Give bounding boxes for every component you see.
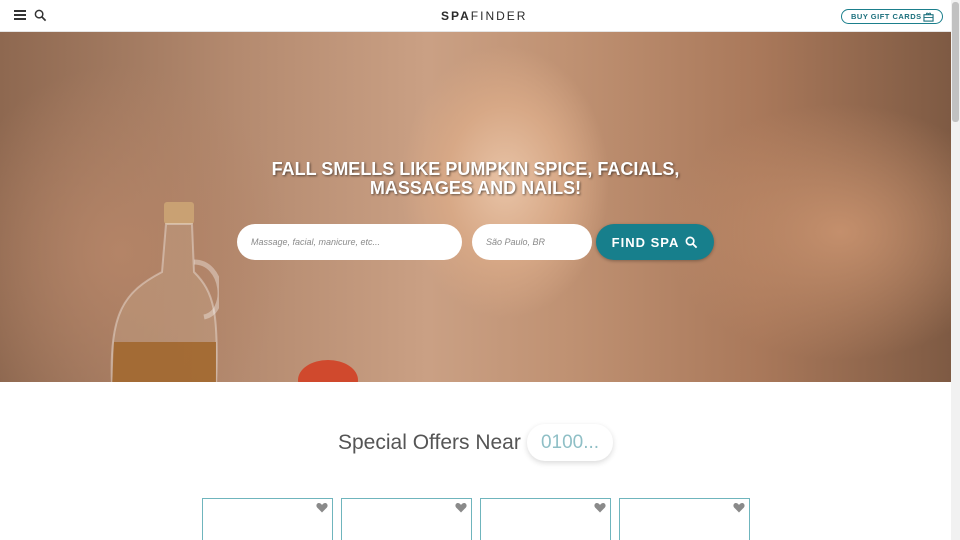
heart-icon[interactable] [594, 502, 606, 513]
search-icon [685, 236, 698, 248]
buy-gift-cards-button[interactable]: BUY GIFT CARDS [841, 9, 943, 24]
offer-card[interactable] [619, 498, 750, 540]
service-search-input[interactable] [237, 224, 462, 260]
offer-card[interactable] [341, 498, 472, 540]
logo-bold-text: SPA [441, 9, 471, 23]
tomato-image [298, 360, 358, 382]
hero-title: FALL SMELLS LIKE PUMPKIN SPICE, FACIALS,… [0, 160, 951, 198]
find-spa-label: FIND SPA [611, 234, 680, 250]
offer-card[interactable] [202, 498, 333, 540]
heart-icon[interactable] [316, 502, 328, 513]
gift-button-label: BUY GIFT CARDS [851, 12, 922, 21]
gift-icon [923, 12, 934, 22]
hamburger-menu-icon[interactable] [14, 10, 26, 20]
offer-card[interactable] [480, 498, 611, 540]
page-scrollbar[interactable] [951, 0, 960, 540]
find-spa-button[interactable]: FIND SPA [596, 224, 714, 260]
search-icon[interactable] [34, 9, 47, 22]
hero-title-line1: FALL SMELLS LIKE PUMPKIN SPICE, FACIALS, [271, 159, 680, 179]
heart-icon[interactable] [733, 502, 745, 513]
zip-code-selector[interactable]: 0100... [527, 424, 613, 461]
spafinder-logo[interactable]: SPAFINDER [441, 9, 527, 23]
heart-icon[interactable] [455, 502, 467, 513]
special-offers-heading: Special Offers Near [338, 431, 521, 454]
logo-thin-text: FINDER [470, 9, 528, 23]
site-header: SPAFINDER BUY GIFT CARDS [0, 0, 951, 32]
hero-title-line2: MASSAGES AND NAILS! [369, 178, 582, 198]
scrollbar-thumb[interactable] [952, 2, 959, 122]
oil-bottle-image [110, 202, 219, 382]
location-input[interactable] [472, 224, 592, 260]
hero-banner: FALL SMELLS LIKE PUMPKIN SPICE, FACIALS,… [0, 32, 951, 382]
